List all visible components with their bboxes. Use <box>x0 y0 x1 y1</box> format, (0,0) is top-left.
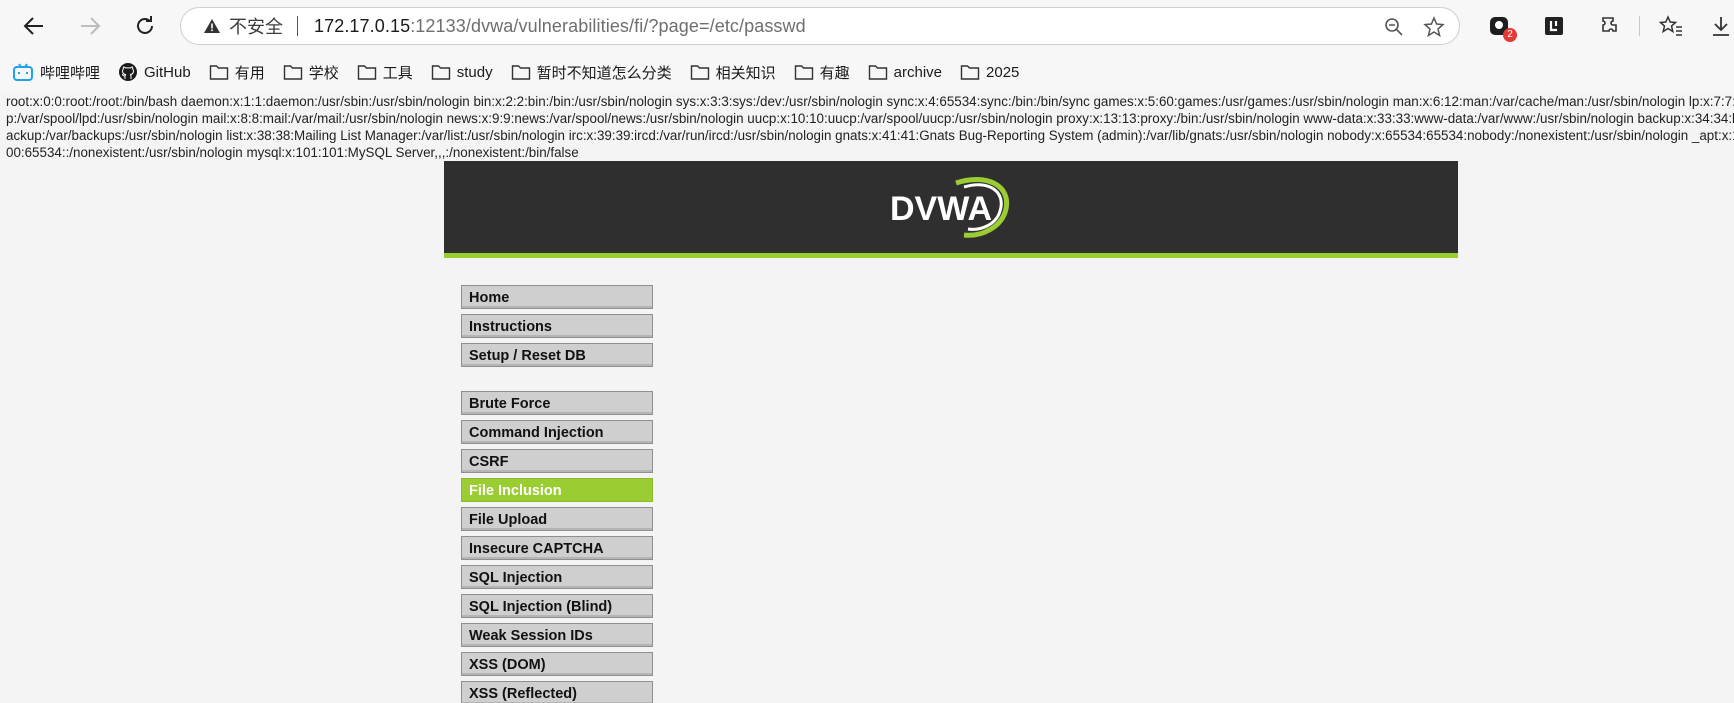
bookmark-label: 2025 <box>986 63 1020 81</box>
folder-icon <box>431 65 450 80</box>
dvwa-container: DVWA Home Instructions Setup / Reset DB … <box>444 161 1458 703</box>
bookmarks-bar: 哔哩哔哩 GitHub 有用 学校 工具 study 暂时不知道怎么分类 相关知… <box>0 52 1734 92</box>
security-label[interactable]: 不安全 <box>229 13 283 39</box>
github-icon <box>119 63 138 81</box>
bookmark-label: 哔哩哔哩 <box>40 64 101 82</box>
reload-icon[interactable] <box>127 8 163 44</box>
menu-item-brute-force[interactable]: Brute Force <box>461 391 653 415</box>
menu-item-csrf[interactable]: CSRF <box>461 449 653 473</box>
bookmark-label: 有趣 <box>819 64 850 82</box>
main-menu: Home Instructions Setup / Reset DB Brute… <box>461 285 653 703</box>
extension-badge-icon[interactable]: 2 <box>1483 10 1517 42</box>
bookmark-label: 相关知识 <box>715 64 776 82</box>
menu-item-setup[interactable]: Setup / Reset DB <box>461 343 653 367</box>
included-file-output: root:x:0:0:root:/root:/bin/bash daemon:x… <box>6 94 1734 160</box>
bookmark-label: GitHub <box>144 63 191 81</box>
bookmark-folder-study[interactable]: study <box>431 63 493 81</box>
menu-item-sql-injection-blind[interactable]: SQL Injection (Blind) <box>461 594 653 618</box>
url-host: 172.17.0.15 <box>314 15 411 36</box>
extension-icon[interactable] <box>1594 10 1626 42</box>
bookmark-label: 工具 <box>382 64 413 82</box>
bilibili-icon <box>13 63 33 81</box>
bookmark-folder-tools[interactable]: 工具 <box>357 62 413 83</box>
folder-icon <box>511 65 530 80</box>
star-icon[interactable] <box>1421 14 1447 40</box>
folder-icon <box>868 65 887 80</box>
folder-icon <box>690 65 709 80</box>
menu-item-file-upload[interactable]: File Upload <box>461 507 653 531</box>
folder-icon <box>209 65 228 80</box>
favorites-icon[interactable] <box>1655 10 1687 42</box>
omnibox-divider <box>297 16 298 36</box>
menu-item-command-injection[interactable]: Command Injection <box>461 420 653 444</box>
menu-item-instructions[interactable]: Instructions <box>461 314 653 338</box>
toolbar-divider <box>1639 16 1640 36</box>
folder-icon <box>283 65 302 80</box>
downloads-icon[interactable] <box>1705 10 1734 42</box>
url-path: :12133/dvwa/vulnerabilities/fi/?page=/et… <box>410 15 806 36</box>
bookmark-label: 暂时不知道怎么分类 <box>536 64 672 82</box>
menu-item-xss-dom[interactable]: XSS (DOM) <box>461 652 653 676</box>
forward-icon[interactable] <box>72 8 108 44</box>
address-bar[interactable]: 不安全 172.17.0.15:12133/dvwa/vulnerabiliti… <box>180 7 1460 45</box>
url-text[interactable]: 172.17.0.15:12133/dvwa/vulnerabilities/f… <box>314 16 806 37</box>
menu-item-weak-session-ids[interactable]: Weak Session IDs <box>461 623 653 647</box>
menu-item-xss-reflected[interactable]: XSS (Reflected) <box>461 681 653 703</box>
bookmark-label: study <box>456 63 493 81</box>
menu-item-file-inclusion[interactable]: File Inclusion <box>461 478 653 502</box>
bookmark-folder-school[interactable]: 学校 <box>283 62 339 83</box>
menu-item-sql-injection[interactable]: SQL Injection <box>461 565 653 589</box>
bookmark-bilibili[interactable]: 哔哩哔哩 <box>12 62 100 83</box>
warning-icon[interactable] <box>203 17 221 35</box>
browser-toolbar: 不安全 172.17.0.15:12133/dvwa/vulnerabiliti… <box>0 0 1734 52</box>
menu-item-home[interactable]: Home <box>461 285 653 309</box>
folder-icon <box>794 65 813 80</box>
bookmark-folder-fun[interactable]: 有趣 <box>794 62 850 83</box>
folder-icon <box>357 65 376 80</box>
reader-extension-icon[interactable] <box>1538 10 1570 42</box>
menu-item-insecure-captcha[interactable]: Insecure CAPTCHA <box>461 536 653 560</box>
bookmark-folder-knowledge[interactable]: 相关知识 <box>690 62 776 83</box>
bookmark-github[interactable]: GitHub <box>118 62 191 82</box>
bookmark-label: archive <box>893 63 943 81</box>
bookmark-folder-archive[interactable]: archive <box>868 63 942 81</box>
bookmark-label: 有用 <box>234 64 265 82</box>
zoom-icon[interactable] <box>1381 14 1407 40</box>
dvwa-logo-text: DVWA <box>890 190 992 228</box>
bookmark-folder-useful[interactable]: 有用 <box>209 62 265 83</box>
bookmark-folder-unsorted[interactable]: 暂时不知道怎么分类 <box>511 62 672 83</box>
dvwa-header: DVWA <box>444 161 1458 258</box>
bookmark-folder-2025[interactable]: 2025 <box>960 63 1019 81</box>
back-icon[interactable] <box>16 8 52 44</box>
extension-count-badge: 2 <box>1503 28 1517 42</box>
folder-icon <box>960 65 980 80</box>
dvwa-logo[interactable]: DVWA <box>886 171 1016 243</box>
page-viewport: root:x:0:0:root:/root:/bin/bash daemon:x… <box>0 92 1734 703</box>
bookmark-label: 学校 <box>308 64 339 82</box>
menu-block-vulnerabilities: Brute Force Command Injection CSRF File … <box>461 391 653 703</box>
menu-block-general: Home Instructions Setup / Reset DB <box>461 285 653 367</box>
